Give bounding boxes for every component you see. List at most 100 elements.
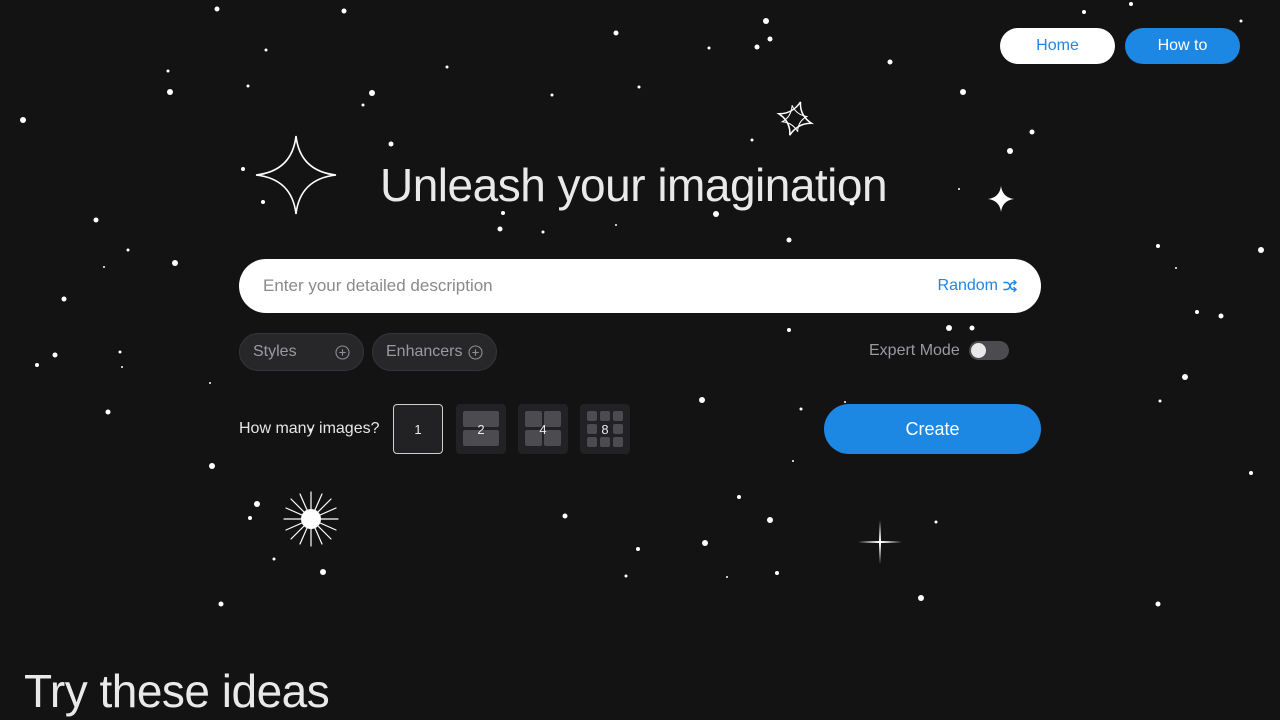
star-dot [320, 569, 326, 575]
star-dot [763, 18, 769, 24]
star-dot [787, 328, 791, 332]
star-dot [1156, 244, 1160, 248]
star-dot [388, 141, 394, 147]
star-dot [702, 540, 708, 546]
image-count-number: 4 [539, 421, 547, 437]
star-dot [167, 89, 173, 95]
home-button[interactable]: Home [1000, 28, 1115, 64]
styles-button[interactable]: Styles [239, 333, 364, 371]
image-count-number: 1 [414, 421, 422, 437]
star-dot [272, 557, 276, 561]
star-dot [958, 188, 960, 190]
star-dot [341, 8, 347, 14]
star-dot [1158, 399, 1162, 403]
star-dot [767, 36, 773, 42]
starfield-background [20, 2, 1264, 607]
random-label: Random [937, 277, 998, 294]
star-dot [792, 460, 794, 462]
star-dot [562, 513, 568, 519]
star-dot [1129, 2, 1133, 6]
star-dot [241, 167, 245, 171]
star-dot [624, 574, 628, 578]
star-dot [121, 366, 123, 368]
star-dot [103, 266, 105, 268]
plus-circle-icon [468, 344, 483, 360]
star-dot [126, 248, 130, 252]
image-count-option-8[interactable]: 8 [580, 404, 630, 454]
toggle-knob [971, 343, 986, 358]
star-dot [699, 397, 705, 403]
star-dot [218, 601, 224, 607]
star-dot [35, 363, 39, 367]
star-dot [172, 260, 178, 266]
page-title: Unleash your imagination [380, 159, 888, 211]
page: Home How to Unleash your imagination Ran… [0, 0, 1280, 720]
star-dot [934, 520, 938, 524]
star-dot [1249, 471, 1253, 475]
star-dot [969, 325, 975, 331]
prompt-box: Random [239, 259, 1041, 313]
cross-sparkle-icon [858, 520, 902, 564]
star-dot [754, 44, 760, 50]
star-dot [786, 237, 792, 243]
how-to-button[interactable]: How to [1125, 28, 1240, 64]
twisted-star-icon [776, 99, 814, 138]
star-dot [52, 352, 58, 358]
star-dot [1218, 313, 1224, 319]
image-count-label: How many images? [239, 420, 380, 437]
star-dot [214, 6, 220, 12]
star-dot [707, 46, 711, 50]
star-dot [737, 495, 741, 499]
star-dot [767, 517, 773, 523]
star-dot [61, 296, 67, 302]
star-dot [799, 407, 803, 411]
shuffle-icon [1003, 279, 1017, 293]
image-count-option-2[interactable]: 2 [456, 404, 506, 454]
starburst-icon [283, 491, 339, 547]
star-dot [541, 230, 545, 234]
star-dot [1195, 310, 1199, 314]
image-count-option-1[interactable]: 1 [393, 404, 443, 454]
star-dot [1082, 10, 1086, 14]
star-dot [1029, 129, 1035, 135]
ideas-heading: Try these ideas [24, 665, 330, 717]
star-dot [918, 595, 924, 601]
sparkle-outline-icon [255, 135, 337, 215]
star-dot [118, 350, 122, 354]
star-dot [264, 48, 268, 52]
expert-mode-label: Expert Mode [869, 342, 960, 359]
image-count-number: 2 [477, 421, 485, 437]
star-dot [361, 103, 365, 107]
star-dot [887, 59, 893, 65]
star-dot [254, 501, 260, 507]
star-dot [93, 217, 99, 223]
plus-circle-icon [335, 344, 350, 360]
star-dot [636, 547, 640, 551]
star-dot [775, 571, 779, 575]
random-button[interactable]: Random [938, 259, 1017, 313]
star-dot [248, 516, 252, 520]
star-dot [726, 576, 728, 578]
star-dot [946, 325, 952, 331]
star-dot [637, 85, 641, 89]
expert-mode-toggle[interactable] [969, 341, 1009, 360]
star-dot [209, 463, 215, 469]
create-button[interactable]: Create [824, 404, 1041, 454]
enhancers-label: Enhancers [386, 343, 463, 360]
star-dot [844, 401, 846, 403]
star-dot [1182, 374, 1188, 380]
star-dot [166, 69, 170, 73]
image-count-number: 8 [601, 421, 609, 437]
star-dot [246, 84, 250, 88]
star-dot [550, 93, 554, 97]
star-dot [497, 226, 503, 232]
star-dot [960, 89, 966, 95]
styles-label: Styles [253, 343, 297, 360]
image-count-option-4[interactable]: 4 [518, 404, 568, 454]
star-dot [615, 224, 617, 226]
enhancers-button[interactable]: Enhancers [372, 333, 497, 371]
small-sparkle-icon [988, 186, 1014, 212]
star-dot [369, 90, 375, 96]
description-input[interactable] [263, 259, 903, 313]
star-dot [1175, 267, 1177, 269]
